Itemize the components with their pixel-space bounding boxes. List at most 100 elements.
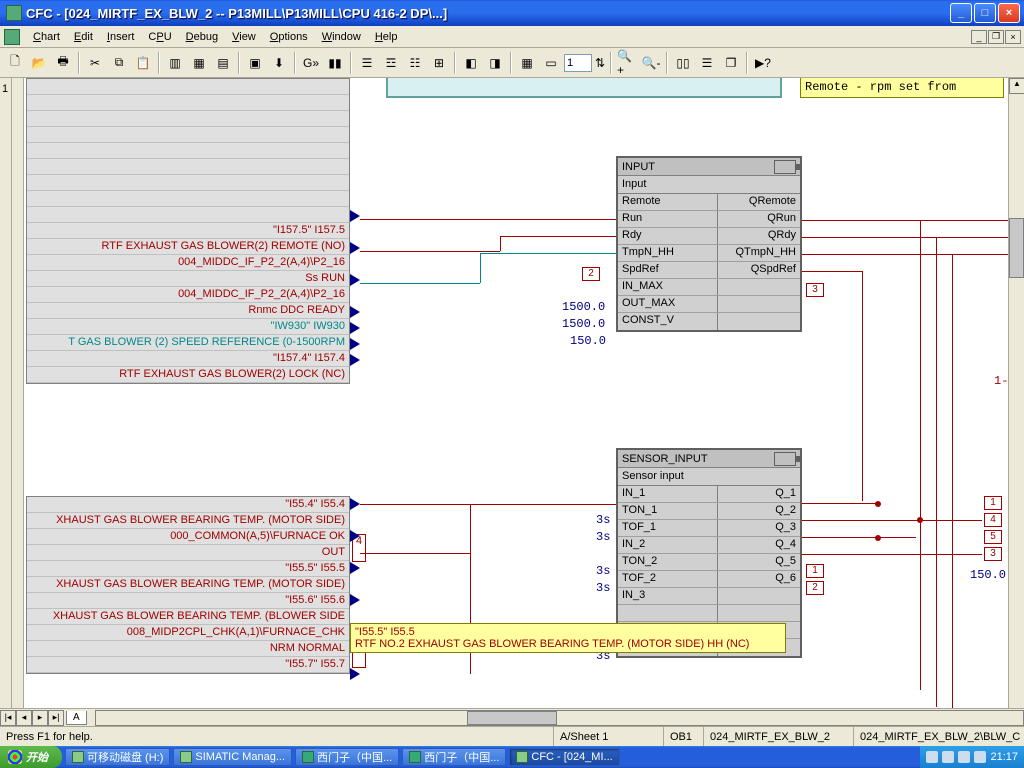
menu-chart[interactable]: CCharthart bbox=[26, 29, 67, 45]
canvas[interactable]: Remote - rpm set from "I157.5" I157.5RTF… bbox=[0, 78, 1024, 726]
task-simatic[interactable]: SIMATIC Manag... bbox=[173, 748, 292, 766]
list3-button[interactable]: ☷ bbox=[404, 52, 426, 74]
menu-help[interactable]: Help bbox=[368, 29, 405, 45]
block-row[interactable]: TON_1Q_2 bbox=[618, 503, 800, 520]
block-port-in[interactable] bbox=[618, 605, 718, 621]
block-row[interactable]: TmpN_HHQTmpN_HH bbox=[618, 245, 800, 262]
view1-button[interactable]: ▤ bbox=[212, 52, 234, 74]
margin-right-icon[interactable]: ◨ bbox=[484, 52, 506, 74]
sheet-nav-last[interactable]: ▸| bbox=[48, 710, 64, 726]
minimize-button[interactable]: _ bbox=[950, 3, 972, 23]
hscroll-thumb[interactable] bbox=[467, 711, 557, 725]
block-row[interactable]: TOF_2Q_6 bbox=[618, 571, 800, 588]
menu-edit[interactable]: Edit bbox=[67, 29, 100, 45]
block-row[interactable]: RemoteQRemote bbox=[618, 194, 800, 211]
menu-insert[interactable]: Insert bbox=[100, 29, 142, 45]
block-port-in[interactable]: TON_1 bbox=[618, 503, 718, 519]
block-port-out[interactable]: Q_1 bbox=[718, 486, 800, 502]
block-port-in[interactable]: TmpN_HH bbox=[618, 245, 718, 261]
sheet-nav-prev[interactable]: ◂ bbox=[16, 710, 32, 726]
block-port-out[interactable] bbox=[718, 279, 800, 295]
block-port-in[interactable]: Run bbox=[618, 211, 718, 227]
task-siemens-2[interactable]: 西门子（中国... bbox=[402, 748, 506, 766]
block-port-out[interactable] bbox=[718, 313, 800, 330]
system-menu-icon[interactable] bbox=[4, 29, 20, 45]
block-port-out[interactable]: Q_2 bbox=[718, 503, 800, 519]
margin-left-icon[interactable]: ◧ bbox=[460, 52, 482, 74]
block-port-in[interactable]: IN_2 bbox=[618, 537, 718, 553]
sheet-button[interactable]: ▭ bbox=[540, 52, 562, 74]
block-row[interactable]: OUT_MAX bbox=[618, 296, 800, 313]
mdi-minimize-button[interactable]: _ bbox=[971, 30, 987, 44]
block-port-out[interactable] bbox=[718, 605, 800, 621]
tile-h-button[interactable]: ▯▯ bbox=[672, 52, 694, 74]
sheet-tab-a[interactable]: A bbox=[66, 711, 87, 725]
block-port-in[interactable]: SpdRef bbox=[618, 262, 718, 278]
sheet-spin-input[interactable] bbox=[564, 54, 592, 72]
zoom-out-button[interactable]: 🔍- bbox=[640, 52, 662, 74]
block-row[interactable]: SpdRefQSpdRef bbox=[618, 262, 800, 279]
block-port-out[interactable]: QTmpN_HH bbox=[718, 245, 800, 261]
list2-button[interactable]: ☲ bbox=[380, 52, 402, 74]
block-row[interactable]: CONST_V bbox=[618, 313, 800, 330]
help-button[interactable]: ▶? bbox=[752, 52, 774, 74]
menu-window[interactable]: Window bbox=[315, 29, 368, 45]
task-siemens-1[interactable]: 西门子（中国... bbox=[295, 748, 399, 766]
menu-options[interactable]: Options bbox=[263, 29, 315, 45]
block-port-out[interactable]: QRemote bbox=[718, 194, 800, 210]
test-button[interactable]: ▮▮ bbox=[324, 52, 346, 74]
block-input[interactable]: INPUTInputRemoteQRemoteRunQRunRdyQRdyTmp… bbox=[616, 156, 802, 332]
block-port-in[interactable]: TOF_2 bbox=[618, 571, 718, 587]
horizontal-scrollbar[interactable] bbox=[95, 710, 1024, 726]
block-port-out[interactable]: QSpdRef bbox=[718, 262, 800, 278]
cut-button[interactable]: ✂ bbox=[84, 52, 106, 74]
cascade-button[interactable]: ❐ bbox=[720, 52, 742, 74]
menu-debug[interactable]: Debug bbox=[179, 29, 225, 45]
sheet-nav-next[interactable]: ▸ bbox=[32, 710, 48, 726]
block-port-in[interactable]: TON_2 bbox=[618, 554, 718, 570]
start-button[interactable]: 开始 bbox=[0, 746, 62, 768]
mdi-close-button[interactable]: × bbox=[1005, 30, 1021, 44]
download-button[interactable]: ⬇ bbox=[268, 52, 290, 74]
block-port-out[interactable]: QRdy bbox=[718, 228, 800, 244]
block-port-out[interactable]: QRun bbox=[718, 211, 800, 227]
block-row[interactable]: IN_MAX bbox=[618, 279, 800, 296]
grid-button[interactable]: ▦ bbox=[516, 52, 538, 74]
block-port-out[interactable]: Q_5 bbox=[718, 554, 800, 570]
block-port-in[interactable]: Rdy bbox=[618, 228, 718, 244]
block-row[interactable]: RunQRun bbox=[618, 211, 800, 228]
block-row[interactable]: IN_3 bbox=[618, 588, 800, 605]
tray-icon[interactable] bbox=[926, 751, 938, 763]
maximize-button[interactable]: □ bbox=[974, 3, 996, 23]
block-row[interactable]: TON_2Q_5 bbox=[618, 554, 800, 571]
open-button[interactable]: 📂 bbox=[28, 52, 50, 74]
block-port-in[interactable]: CONST_V bbox=[618, 313, 718, 330]
block-port-in[interactable]: Remote bbox=[618, 194, 718, 210]
block-row[interactable]: IN_1Q_1 bbox=[618, 486, 800, 503]
block-port-in[interactable]: OUT_MAX bbox=[618, 296, 718, 312]
block-row[interactable]: IN_2Q_4 bbox=[618, 537, 800, 554]
tile-v-button[interactable]: ☰ bbox=[696, 52, 718, 74]
menu-view[interactable]: View bbox=[225, 29, 263, 45]
print-button[interactable]: 🖶 bbox=[52, 52, 74, 74]
chart-button[interactable]: ▦ bbox=[188, 52, 210, 74]
block-port-out[interactable] bbox=[718, 588, 800, 604]
block-row[interactable]: TOF_1Q_3 bbox=[618, 520, 800, 537]
close-button[interactable]: × bbox=[998, 3, 1020, 23]
spin-buttons[interactable]: ⇅ bbox=[594, 52, 606, 74]
mdi-restore-button[interactable]: ❐ bbox=[988, 30, 1004, 44]
zoom-in-button[interactable]: 🔍+ bbox=[616, 52, 638, 74]
task-removable-disk[interactable]: 可移动磁盘 (H:) bbox=[65, 748, 170, 766]
block-port-in[interactable]: IN_MAX bbox=[618, 279, 718, 295]
block-port-out[interactable]: Q_6 bbox=[718, 571, 800, 587]
menu-cpu[interactable]: CPU bbox=[141, 29, 178, 45]
block-row[interactable] bbox=[618, 605, 800, 622]
sheet-nav-first[interactable]: |◂ bbox=[0, 710, 16, 726]
list1-button[interactable]: ☰ bbox=[356, 52, 378, 74]
block-port-in[interactable]: IN_3 bbox=[618, 588, 718, 604]
tray-icon[interactable] bbox=[974, 751, 986, 763]
tray-icon[interactable] bbox=[942, 751, 954, 763]
block-port-out[interactable] bbox=[718, 296, 800, 312]
block-port-out[interactable]: Q_4 bbox=[718, 537, 800, 553]
catalog-button[interactable]: ▥ bbox=[164, 52, 186, 74]
